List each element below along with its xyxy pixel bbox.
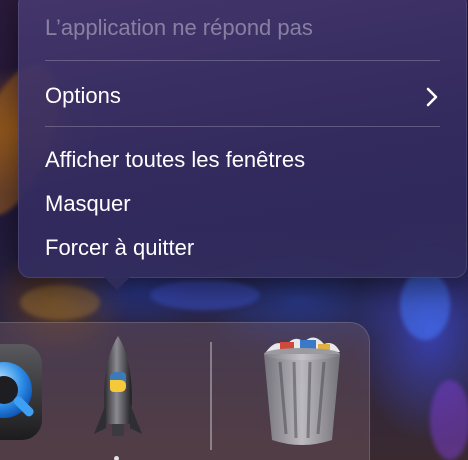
trash-full-icon[interactable] xyxy=(256,334,348,448)
python-launcher-icon[interactable] xyxy=(88,334,148,446)
menu-separator xyxy=(45,126,440,127)
chevron-right-icon xyxy=(423,86,441,108)
menu-item-force-quit[interactable]: Forcer à quitter xyxy=(45,234,194,262)
menu-separator xyxy=(45,60,440,61)
menu-item-hide[interactable]: Masquer xyxy=(45,190,131,218)
quicktime-icon[interactable] xyxy=(0,344,42,440)
menu-item-show-all-windows[interactable]: Afficher toutes les fenêtres xyxy=(45,146,305,174)
dock-divider xyxy=(210,342,212,450)
dock-context-menu: L’application ne répond pas Options Affi… xyxy=(18,0,467,278)
running-indicator xyxy=(114,456,119,460)
app-not-responding-label: L’application ne répond pas xyxy=(45,15,313,40)
menu-item-options[interactable]: Options xyxy=(45,82,121,110)
wallpaper-shape xyxy=(150,280,260,310)
menu-pointer xyxy=(102,275,132,290)
wallpaper-shape xyxy=(20,285,100,320)
wallpaper-shape xyxy=(400,270,450,340)
desktop: L’application ne répond pas Options Affi… xyxy=(0,0,468,460)
wallpaper-shape xyxy=(430,380,468,460)
